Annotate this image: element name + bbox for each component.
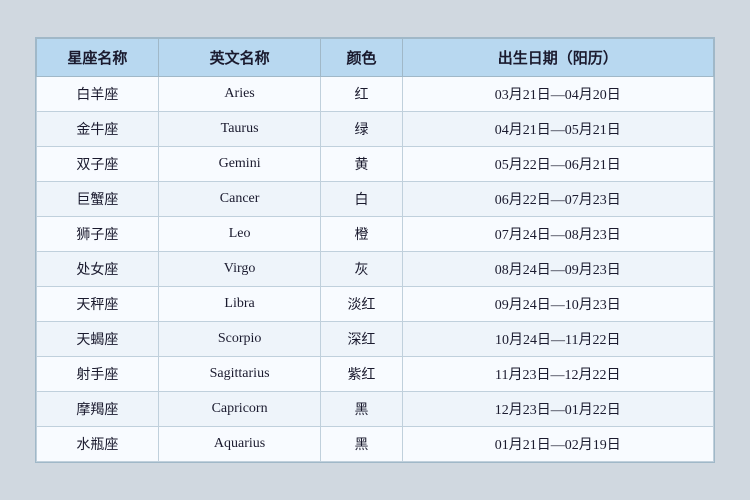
cell-date: 08月24日—09月23日 — [402, 252, 713, 287]
cell-date: 01月21日—02月19日 — [402, 427, 713, 462]
cell-zh: 金牛座 — [37, 112, 159, 147]
cell-en: Sagittarius — [158, 357, 320, 392]
table-body: 白羊座Aries红03月21日—04月20日金牛座Taurus绿04月21日—0… — [37, 77, 714, 462]
cell-zh: 巨蟹座 — [37, 182, 159, 217]
cell-color: 淡红 — [321, 287, 402, 322]
cell-zh: 天秤座 — [37, 287, 159, 322]
cell-date: 03月21日—04月20日 — [402, 77, 713, 112]
cell-en: Cancer — [158, 182, 320, 217]
header-date: 出生日期（阳历） — [402, 39, 713, 77]
table-row: 处女座Virgo灰08月24日—09月23日 — [37, 252, 714, 287]
cell-color: 黑 — [321, 427, 402, 462]
cell-zh: 天蝎座 — [37, 322, 159, 357]
cell-color: 橙 — [321, 217, 402, 252]
cell-en: Aries — [158, 77, 320, 112]
cell-zh: 处女座 — [37, 252, 159, 287]
cell-date: 06月22日—07月23日 — [402, 182, 713, 217]
cell-date: 07月24日—08月23日 — [402, 217, 713, 252]
cell-en: Taurus — [158, 112, 320, 147]
cell-en: Virgo — [158, 252, 320, 287]
table-row: 摩羯座Capricorn黑12月23日—01月22日 — [37, 392, 714, 427]
table-row: 天秤座Libra淡红09月24日—10月23日 — [37, 287, 714, 322]
cell-zh: 射手座 — [37, 357, 159, 392]
table-row: 巨蟹座Cancer白06月22日—07月23日 — [37, 182, 714, 217]
cell-en: Libra — [158, 287, 320, 322]
cell-color: 白 — [321, 182, 402, 217]
table-row: 白羊座Aries红03月21日—04月20日 — [37, 77, 714, 112]
table-header-row: 星座名称 英文名称 颜色 出生日期（阳历） — [37, 39, 714, 77]
cell-color: 黄 — [321, 147, 402, 182]
cell-color: 紫红 — [321, 357, 402, 392]
cell-date: 04月21日—05月21日 — [402, 112, 713, 147]
header-zh: 星座名称 — [37, 39, 159, 77]
cell-color: 绿 — [321, 112, 402, 147]
cell-zh: 水瓶座 — [37, 427, 159, 462]
cell-color: 黑 — [321, 392, 402, 427]
cell-date: 05月22日—06月21日 — [402, 147, 713, 182]
cell-color: 深红 — [321, 322, 402, 357]
cell-color: 灰 — [321, 252, 402, 287]
zodiac-table-container: 星座名称 英文名称 颜色 出生日期（阳历） 白羊座Aries红03月21日—04… — [35, 37, 715, 463]
cell-en: Leo — [158, 217, 320, 252]
table-row: 双子座Gemini黄05月22日—06月21日 — [37, 147, 714, 182]
table-row: 射手座Sagittarius紫红11月23日—12月22日 — [37, 357, 714, 392]
cell-date: 11月23日—12月22日 — [402, 357, 713, 392]
table-row: 水瓶座Aquarius黑01月21日—02月19日 — [37, 427, 714, 462]
header-en: 英文名称 — [158, 39, 320, 77]
table-row: 天蝎座Scorpio深红10月24日—11月22日 — [37, 322, 714, 357]
cell-zh: 狮子座 — [37, 217, 159, 252]
cell-en: Scorpio — [158, 322, 320, 357]
cell-date: 12月23日—01月22日 — [402, 392, 713, 427]
cell-en: Capricorn — [158, 392, 320, 427]
cell-date: 10月24日—11月22日 — [402, 322, 713, 357]
header-color: 颜色 — [321, 39, 402, 77]
cell-color: 红 — [321, 77, 402, 112]
cell-date: 09月24日—10月23日 — [402, 287, 713, 322]
table-row: 金牛座Taurus绿04月21日—05月21日 — [37, 112, 714, 147]
cell-en: Gemini — [158, 147, 320, 182]
cell-zh: 白羊座 — [37, 77, 159, 112]
cell-zh: 双子座 — [37, 147, 159, 182]
cell-zh: 摩羯座 — [37, 392, 159, 427]
table-row: 狮子座Leo橙07月24日—08月23日 — [37, 217, 714, 252]
cell-en: Aquarius — [158, 427, 320, 462]
zodiac-table: 星座名称 英文名称 颜色 出生日期（阳历） 白羊座Aries红03月21日—04… — [36, 38, 714, 462]
